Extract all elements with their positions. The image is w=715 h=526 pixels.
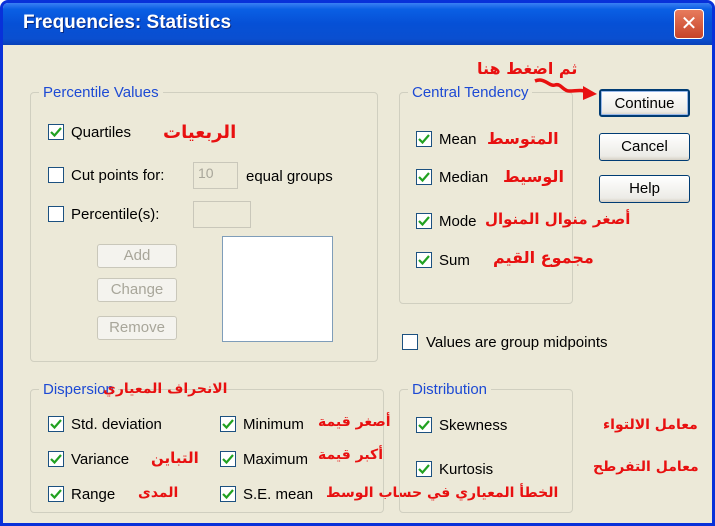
check-icon: [418, 172, 430, 183]
check-icon: [418, 134, 430, 145]
kurtosis-arabic-note: معامل التفرطح: [593, 459, 699, 475]
cancel-button[interactable]: Cancel: [599, 133, 690, 161]
range-checkbox[interactable]: [48, 486, 64, 502]
group-midpoints-checkbox[interactable]: [402, 334, 418, 350]
dispersion-arabic-note: الانحراف المعياري: [103, 381, 228, 397]
skewness-label: Skewness: [439, 417, 508, 434]
group-midpoints-label: Values are group midpoints: [426, 334, 608, 351]
mean-arabic-note: المتوسط: [487, 129, 559, 148]
central-tendency-group: Central Tendency: [399, 84, 573, 304]
percentiles-label: Percentile(s):: [71, 206, 160, 223]
skewness-checkbox[interactable]: [416, 417, 432, 433]
kurtosis-label: Kurtosis: [439, 461, 494, 478]
percentiles-input[interactable]: [193, 201, 251, 228]
range-label: Range: [71, 486, 116, 503]
continue-button[interactable]: Continue: [599, 89, 690, 117]
help-button[interactable]: Help: [599, 175, 690, 203]
minimum-checkbox[interactable]: [220, 416, 236, 432]
mode-label: Mode: [439, 213, 477, 230]
window-title: Frequencies: Statistics: [23, 12, 232, 33]
median-checkbox[interactable]: [416, 169, 432, 185]
mean-label: Mean: [439, 131, 477, 148]
check-icon: [50, 127, 62, 138]
check-icon: [50, 489, 62, 500]
sum-arabic-note: مجموع القيم: [493, 248, 594, 267]
check-icon: [418, 255, 430, 266]
kurtosis-checkbox[interactable]: [416, 461, 432, 477]
median-label: Median: [439, 169, 489, 186]
mode-arabic-note: أصغر منوال المنوال: [485, 210, 631, 228]
close-icon: ✕: [680, 11, 698, 35]
check-icon: [418, 420, 430, 431]
check-icon: [222, 489, 234, 500]
percentile-list[interactable]: [222, 236, 333, 342]
maximum-label: Maximum: [243, 451, 309, 468]
variance-arabic-note: التباين: [151, 449, 199, 467]
central-tendency-title: Central Tendency: [408, 84, 533, 101]
range-arabic-note: المدى: [138, 485, 179, 501]
distribution-group: Distribution: [399, 381, 573, 513]
check-icon: [222, 454, 234, 465]
quartiles-arabic-note: الربعيات: [163, 122, 237, 143]
mean-checkbox[interactable]: [416, 131, 432, 147]
check-icon: [222, 419, 234, 430]
mode-checkbox[interactable]: [416, 213, 432, 229]
minimum-arabic-note: أصغر قيمة: [318, 414, 391, 430]
variance-checkbox[interactable]: [48, 451, 64, 467]
skewness-arabic-note: معامل الالتواء: [603, 417, 698, 433]
sum-checkbox[interactable]: [416, 252, 432, 268]
maximum-arabic-note: أكبر قيمة: [318, 447, 383, 463]
percentiles-checkbox[interactable]: [48, 206, 64, 222]
distribution-title: Distribution: [408, 381, 492, 398]
cut-points-checkbox[interactable]: [48, 167, 64, 183]
median-arabic-note: الوسيط: [503, 167, 564, 186]
arrow-icon: [534, 78, 597, 100]
check-icon: [418, 216, 430, 227]
std-deviation-label: Std. deviation: [71, 416, 162, 433]
dialog-client: Percentile Values Quartiles الربعيات Cut…: [3, 45, 712, 523]
cut-points-input[interactable]: 10: [193, 162, 238, 189]
maximum-checkbox[interactable]: [220, 451, 236, 467]
check-icon: [418, 464, 430, 475]
add-button[interactable]: Add: [97, 244, 177, 268]
se-mean-label: S.E. mean: [243, 486, 314, 503]
quartiles-checkbox[interactable]: [48, 124, 64, 140]
sum-label: Sum: [439, 252, 470, 269]
remove-button[interactable]: Remove: [97, 316, 177, 340]
quartiles-label: Quartiles: [71, 124, 132, 141]
check-icon: [50, 454, 62, 465]
close-button[interactable]: ✕: [674, 9, 704, 39]
percentile-values-title: Percentile Values: [39, 84, 163, 101]
variance-label: Variance: [71, 451, 130, 468]
dialog-window: Frequencies: Statistics ✕ Percentile Val…: [0, 0, 715, 526]
change-button[interactable]: Change: [97, 278, 177, 302]
minimum-label: Minimum: [243, 416, 304, 433]
cut-points-label: Cut points for:: [71, 167, 165, 184]
se-mean-checkbox[interactable]: [220, 486, 236, 502]
check-icon: [50, 419, 62, 430]
std-deviation-checkbox[interactable]: [48, 416, 64, 432]
equal-groups-label: equal groups: [246, 168, 333, 185]
title-bar: Frequencies: Statistics ✕: [3, 3, 712, 45]
